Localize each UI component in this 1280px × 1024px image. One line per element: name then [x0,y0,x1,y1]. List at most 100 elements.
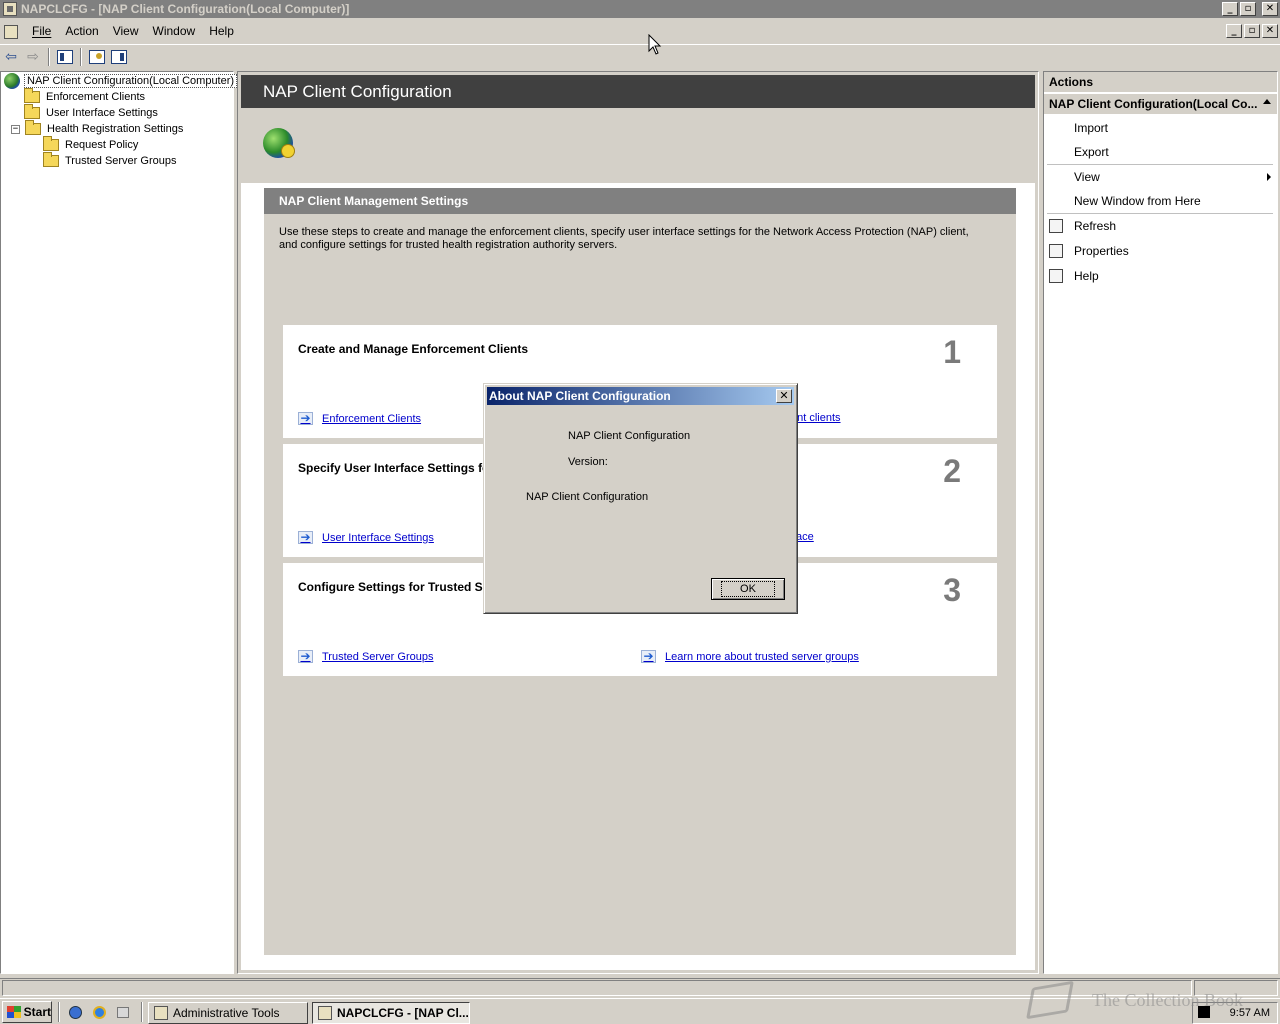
learn-more-enforcement-link[interactable]: ent clients [791,412,841,424]
action-separator [1047,164,1273,165]
child-close-button[interactable]: ✕ [1262,24,1278,38]
taskbar-administrative-tools[interactable]: Administrative Tools [148,1002,308,1024]
action-separator [1047,213,1273,214]
action-label: New Window from Here [1074,194,1201,208]
toolbar: ⇦ ⇨ [0,44,1280,68]
learn-more-trusted-server-groups-link[interactable]: ➔ Learn more about trusted server groups [641,650,859,663]
window-controls: _ ▫ ✕ [1222,2,1278,16]
action-refresh[interactable]: Refresh [1044,215,1277,237]
link-label: ace [796,531,814,543]
minimize-button[interactable]: _ [1222,2,1238,16]
enforcement-clients-link[interactable]: ➔ Enforcement Clients [298,412,421,425]
start-button[interactable]: Start [2,1001,52,1023]
refresh-icon [1049,219,1063,233]
tree-item-trusted-server-groups[interactable]: Trusted Server Groups [43,152,178,169]
menu-help[interactable]: Help [202,24,241,38]
action-import[interactable]: Import [1044,117,1277,139]
folder-icon [24,88,40,103]
help-icon [1049,269,1063,283]
about-dialog: About NAP Client Configuration ✕ NAP Cli… [483,383,798,614]
action-help[interactable]: Help [1044,265,1277,287]
link-label: Learn more about trusted server groups [665,650,859,663]
status-cell [2,980,1192,996]
step-title: Configure Settings for Trusted Se [298,580,490,594]
tree-item-label: User Interface Settings [46,107,158,119]
tree-item-enforcement-clients[interactable]: Enforcement Clients [24,88,147,105]
forward-arrow-icon[interactable]: ⇨ [22,47,44,67]
dialog-version-label: Version: [568,456,608,468]
title-bar: NAPCLCFG - [NAP Client Configuration(Loc… [0,0,1280,18]
tree-item-label: Health Registration Settings [47,123,184,135]
folder-icon [43,152,59,167]
action-label: Import [1074,121,1109,135]
dialog-product-name: NAP Client Configuration [568,430,691,442]
book-logo-icon [1026,980,1074,1020]
menu-file[interactable]: File [25,24,58,38]
action-pane-glyph [111,49,127,64]
console-tree[interactable]: NAP Client Configuration(Local Computer)… [0,71,238,974]
watermark: The Collection Book [1026,978,1275,1022]
quicklaunch-separator [141,1002,143,1022]
server-manager-icon[interactable] [67,1004,83,1020]
action-label: Properties [1074,244,1129,258]
quicklaunch-separator [58,1002,60,1022]
menu-view[interactable]: View [106,24,146,38]
console-icon[interactable] [3,23,19,39]
ok-label: OK [721,581,775,597]
tree-item-label: Trusted Server Groups [65,155,177,167]
tree-item-user-interface-settings[interactable]: User Interface Settings [24,104,160,121]
back-arrow-icon[interactable]: ⇦ [0,47,22,67]
action-new-window[interactable]: New Window from Here [1044,190,1277,212]
nap-globe-icon [4,73,20,89]
internet-explorer-icon[interactable] [91,1004,107,1020]
child-minimize-button[interactable]: _ [1226,24,1242,38]
action-properties[interactable]: Properties [1044,240,1277,262]
menu-action[interactable]: Action [58,24,105,38]
collapse-up-icon[interactable] [1263,99,1271,104]
dialog-close-button[interactable]: ✕ [776,389,792,403]
admin-tools-icon [154,1006,168,1020]
help-icon[interactable] [86,47,108,67]
close-button[interactable]: ✕ [1262,2,1278,16]
taskbar-napclcfg[interactable]: NAPCLCFG - [NAP Cl... [312,1002,470,1024]
tree-item-label: NAP Client Configuration(Local Computer) [24,74,238,88]
panel-description: Use these steps to create and manage the… [279,226,969,251]
link-label: User Interface Settings [322,531,434,544]
action-view[interactable]: View [1044,166,1277,188]
panel-title: NAP Client Management Settings [264,188,1016,214]
properties-icon [1049,244,1063,258]
action-label: Help [1074,269,1099,283]
task-label: NAPCLCFG - [NAP Cl... [337,1006,469,1020]
child-restore-button[interactable]: ▫ [1244,24,1260,38]
watermark-label: The Collection Book [1092,989,1243,1010]
tree-item-root[interactable]: NAP Client Configuration(Local Computer) [4,73,238,89]
actions-title: Actions [1044,72,1277,92]
folder-icon [43,136,59,151]
app-icon[interactable] [3,2,17,16]
action-pane-icon[interactable] [108,47,130,67]
step-number: 3 [943,572,961,608]
collapse-icon[interactable]: − [11,124,20,134]
tree-item-health-registration-settings[interactable]: − Health Registration Settings [11,120,185,137]
tree-item-label: Enforcement Clients [46,91,146,103]
dialog-title-bar[interactable]: About NAP Client Configuration ✕ [487,387,794,405]
tree-item-request-policy[interactable]: Request Policy [43,136,140,153]
console-tree-icon[interactable] [54,47,76,67]
menu-window[interactable]: Window [146,24,203,38]
ok-button[interactable]: OK [711,578,785,600]
toolbar-separator [80,47,82,66]
action-label: View [1074,170,1100,184]
action-export[interactable]: Export [1044,141,1277,163]
actions-section-header[interactable]: NAP Client Configuration(Local Co... [1044,94,1277,114]
link-label: ent clients [791,412,841,424]
nap-globe-key-icon [263,128,295,158]
arrow-right-icon: ➔ [641,650,656,663]
windows-logo-icon [7,1006,21,1018]
submenu-arrow-icon [1267,173,1271,181]
user-interface-settings-link[interactable]: ➔ User Interface Settings [298,531,434,544]
child-window-controls: _ ▫ ✕ [1226,24,1278,38]
learn-more-ui-link[interactable]: ace [796,531,814,543]
show-desktop-icon[interactable] [115,1004,131,1020]
trusted-server-groups-link[interactable]: ➔ Trusted Server Groups [298,650,433,663]
maximize-button[interactable]: ▫ [1240,2,1256,16]
